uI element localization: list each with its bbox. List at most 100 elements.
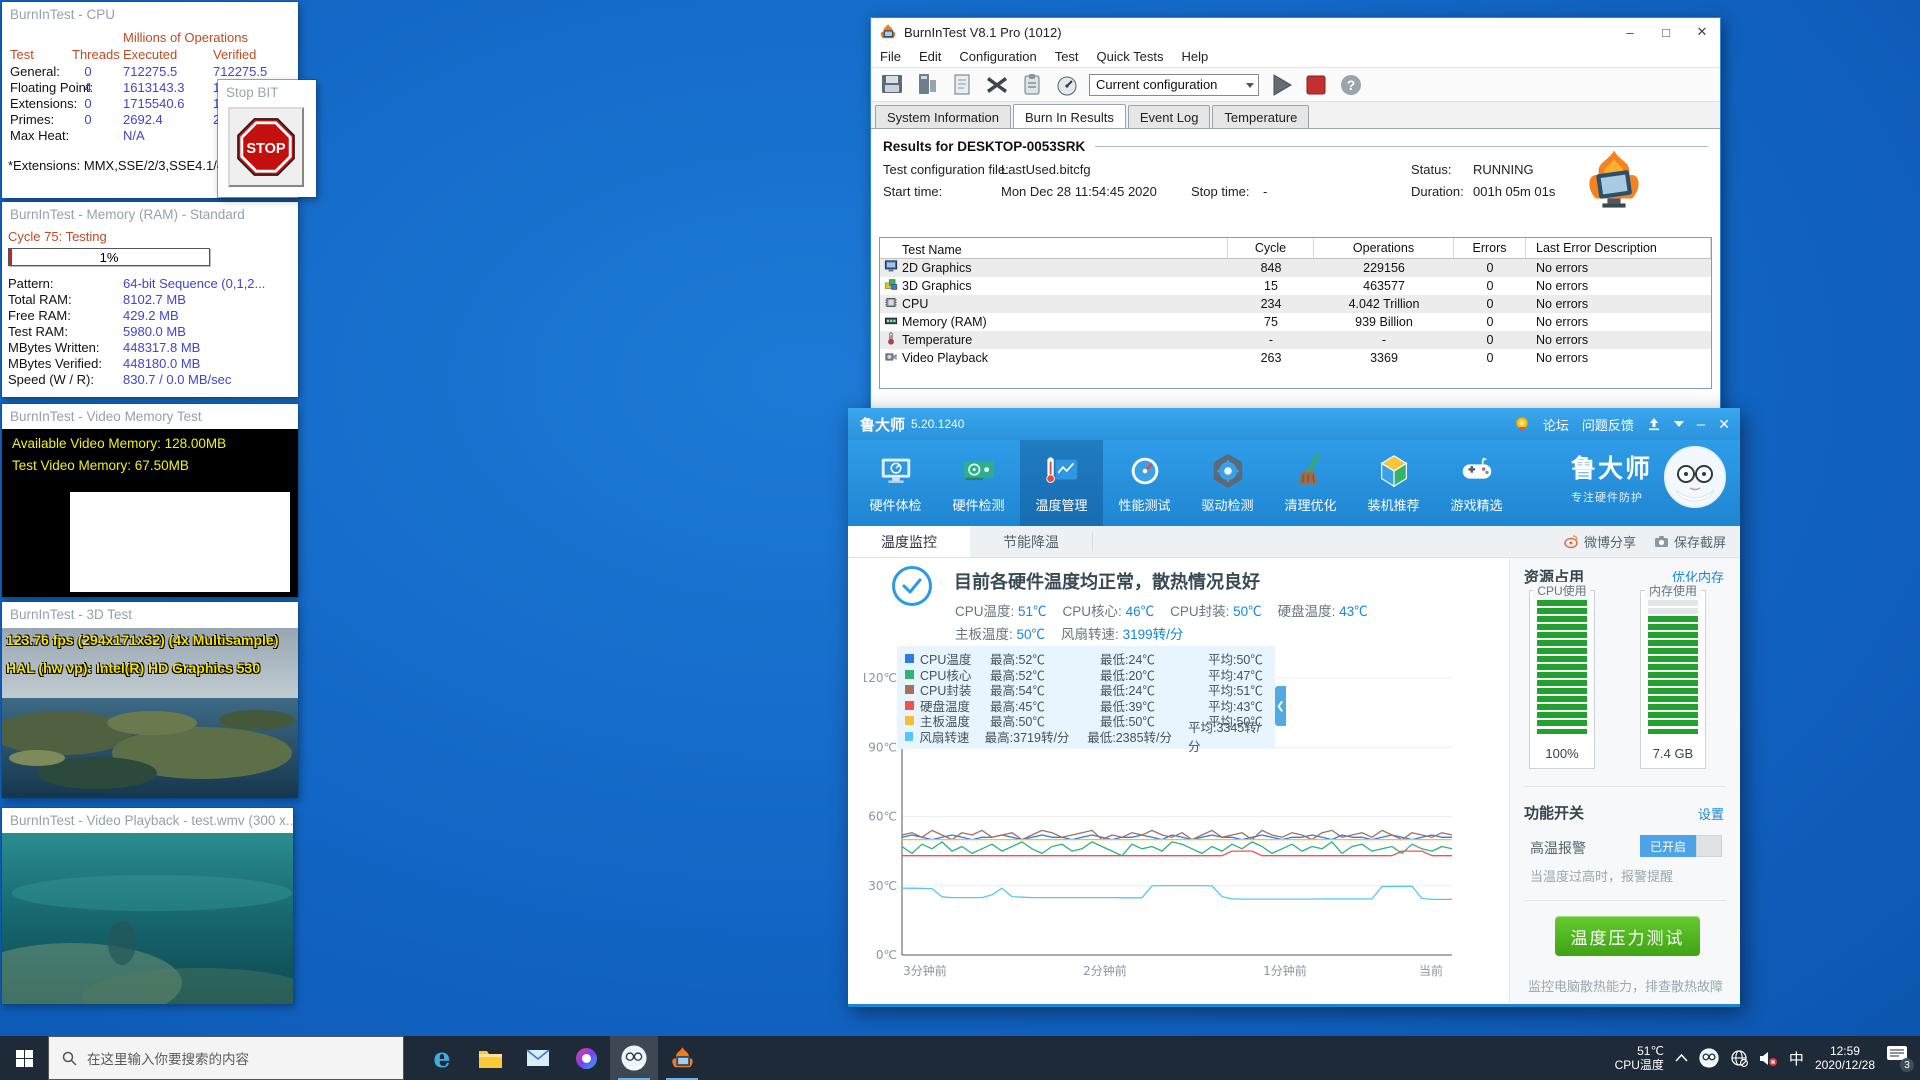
start-tests-icon[interactable] (1268, 72, 1294, 98)
memory-stat-row: MBytes Verified: 448180.0 MB (2, 356, 298, 372)
legend-max: 最高:3719转/分 (984, 730, 1070, 745)
ime-indicator[interactable]: 中 (1789, 1048, 1804, 1069)
tab-system-information[interactable]: System Information (875, 105, 1011, 128)
tray-clock[interactable]: 12:59 2020/12/28 (1815, 1044, 1875, 1072)
taskbar-ludashi[interactable] (610, 1036, 658, 1080)
test-preferences-icon[interactable] (1019, 72, 1045, 98)
show-hidden-icons-chevron[interactable] (1675, 1054, 1688, 1062)
gauge-icon[interactable] (1054, 72, 1080, 98)
table-row[interactable]: CPU 234 4.042 Trillion 0 No errors (880, 295, 1711, 313)
meter-bar (1537, 632, 1587, 638)
close-button[interactable]: ✕ (1718, 416, 1730, 433)
tray-ludashi-icon[interactable] (1699, 1048, 1719, 1068)
menu-item-help[interactable]: Help (1172, 49, 1217, 64)
chevron-down-icon (1246, 82, 1254, 88)
meter-bar (1648, 680, 1698, 686)
taskbar-paint3d[interactable] (562, 1036, 610, 1080)
menu-item-edit[interactable]: Edit (910, 49, 950, 64)
tab-temperature-monitor[interactable]: 温度监控 (848, 526, 970, 557)
cpu-usage-meter: CPU使用 100% (1529, 582, 1595, 769)
stop-test-button[interactable]: STOP (228, 107, 304, 187)
ludashi-nav: 硬件体检 硬件检测 温度管理 性能测试 驱动检测 清理优化 装机推荐 游戏精选 … (848, 440, 1740, 526)
weibo-share-button[interactable]: 微博分享 (1564, 532, 1636, 551)
upload-icon[interactable] (1647, 417, 1661, 431)
tab-temperature[interactable]: Temperature (1212, 105, 1310, 128)
nav-driver-detect[interactable]: 驱动检测 (1186, 440, 1269, 526)
menu-item-file[interactable]: File (871, 49, 910, 64)
tab-energy-saving[interactable]: 节能降温 (970, 526, 1092, 557)
chevron-down-icon[interactable] (1673, 420, 1684, 428)
minimize-button[interactable]: – (1612, 19, 1648, 46)
taskbar-edge[interactable]: e (418, 1036, 466, 1080)
menu-item-quick-tests[interactable]: Quick Tests (1088, 49, 1173, 64)
col-verified: Verified (213, 47, 257, 62)
nav-performance-test[interactable]: 性能测试 (1103, 440, 1186, 526)
tab-event-log[interactable]: Event Log (1127, 105, 1211, 128)
temp-value: 46℃ (1125, 604, 1155, 619)
taskbar-mail[interactable] (514, 1036, 562, 1080)
memory-row-value: 448180.0 MB (123, 356, 201, 371)
settings-link[interactable]: 设置 (1698, 804, 1724, 823)
nav-build-recommend[interactable]: 装机推荐 (1352, 440, 1435, 526)
main-titlebar[interactable]: BurnInTest V8.1 Pro (1012) – □ ✕ (871, 18, 1720, 46)
performance-test-icon (1131, 457, 1158, 485)
stop-window-title[interactable]: Stop BIT (218, 80, 316, 105)
maximize-button[interactable]: □ (1648, 19, 1684, 46)
menu-item-test[interactable]: Test (1046, 49, 1088, 64)
nav-clean-optimize[interactable]: 清理优化 (1269, 440, 1352, 526)
video-memory-window-title[interactable]: BurnInTest - Video Memory Test (2, 404, 298, 429)
taskbar-search[interactable]: 在这里输入你要搜索的内容 (48, 1036, 404, 1080)
nav-hardware-detect[interactable]: 硬件检测 (937, 440, 1020, 526)
meter-bar (1648, 712, 1698, 718)
forum-link[interactable]: 论坛 (1543, 415, 1569, 434)
ludashi-titlebar[interactable]: 鲁大师 5.20.1240 论坛 问题反馈 – ✕ (848, 408, 1740, 440)
table-row[interactable]: Video Playback 263 3369 0 No errors (880, 349, 1711, 367)
close-button[interactable]: ✕ (1684, 19, 1720, 46)
legend-collapse-arrow[interactable]: ❮ (1275, 686, 1286, 726)
save-screenshot-button[interactable]: 保存截屏 (1654, 532, 1726, 551)
meter-bar (1537, 624, 1587, 630)
report-icon[interactable] (949, 72, 975, 98)
table-row[interactable]: 2D Graphics 848 229156 0 No errors (880, 259, 1711, 277)
minimize-button[interactable]: – (1697, 416, 1705, 433)
memory-window-title[interactable]: BurnInTest - Memory (RAM) - Standard (2, 202, 298, 227)
cycle-cell: 15 (1264, 279, 1278, 293)
duration-label: Duration: (1411, 184, 1464, 199)
table-row[interactable]: Memory (RAM) 75 939 Billion 0 No errors (880, 313, 1711, 331)
table-row[interactable]: Temperature - - 0 No errors (880, 331, 1711, 349)
3d-scene: 123.76 fps (294x171x32) (4x Multisample)… (2, 628, 298, 798)
svg-text:?: ? (1347, 77, 1356, 93)
stop-tests-icon[interactable] (1303, 72, 1329, 98)
tab-burn-in-results[interactable]: Burn In Results (1013, 104, 1126, 128)
notification-center-button[interactable]: 3 (1886, 1045, 1914, 1072)
nav-games[interactable]: 游戏精选 (1435, 440, 1518, 526)
configuration-dropdown[interactable]: Current configuration (1089, 73, 1259, 96)
nav-temperature[interactable]: 温度管理 (1020, 440, 1103, 526)
menu-item-configuration[interactable]: Configuration (950, 49, 1045, 64)
system-info-icon[interactable] (914, 72, 940, 98)
3d-terrain-image (2, 628, 298, 798)
meter-bar (1648, 720, 1698, 726)
playback-window-title[interactable]: BurnInTest - Video Playback - test.wmv (… (2, 808, 293, 833)
temperature-stress-test-button[interactable]: 温度压力测试 (1555, 916, 1700, 956)
tray-cpu-temp[interactable]: 51℃ CPU温度 (1615, 1044, 1664, 1072)
memory-stat-row: Speed (W / R): 830.7 / 0.0 MB/sec (2, 372, 298, 388)
taskbar-file-explorer[interactable] (466, 1036, 514, 1080)
taskbar-burnintest[interactable] (658, 1036, 706, 1080)
save-config-icon[interactable] (879, 72, 905, 98)
divider (1524, 900, 1726, 901)
build-recommend-icon (1380, 455, 1407, 488)
network-globe-icon[interactable] (1730, 1049, 1748, 1067)
notification-badge: 3 (1900, 1058, 1914, 1072)
cpu-window-title[interactable]: BurnInTest - CPU (2, 2, 298, 27)
feedback-link[interactable]: 问题反馈 (1582, 415, 1634, 434)
help-icon[interactable]: ? (1338, 72, 1364, 98)
nav-hardware-exam[interactable]: 硬件体检 (854, 440, 937, 526)
3d-window-title[interactable]: BurnInTest - 3D Test (2, 602, 298, 627)
high-temp-alarm-toggle[interactable]: 已开启 (1640, 835, 1722, 857)
volume-muted-icon[interactable] (1759, 1050, 1778, 1067)
delete-results-icon[interactable] (984, 72, 1010, 98)
start-button[interactable] (0, 1036, 48, 1080)
table-row[interactable]: 3D Graphics 15 463577 0 No errors (880, 277, 1711, 295)
meter-bar (1537, 680, 1587, 686)
